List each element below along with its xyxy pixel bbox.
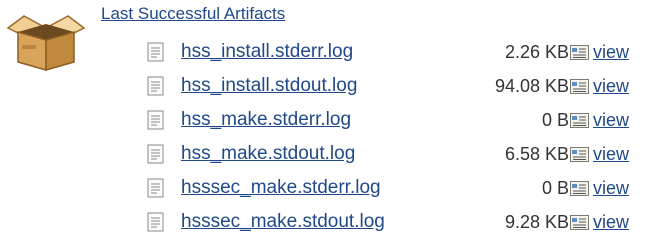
artifact-row: hss_install.stderr.log 2.26 KB view [0,39,659,73]
text-file-icon [147,212,164,232]
artifact-file-link[interactable]: hss_install.stdout.log [181,74,357,98]
view-link[interactable]: view [593,210,629,234]
artifact-file-size: 94.08 KB [494,76,569,96]
view-document-icon[interactable] [570,79,589,94]
text-file-icon [147,76,164,96]
artifact-row: hss_make.stdout.log 6.58 KB view [0,141,659,175]
text-file-icon [147,110,164,130]
artifact-file-link[interactable]: hss_make.stdout.log [181,142,355,166]
view-link[interactable]: view [593,74,629,98]
text-file-icon [147,144,164,164]
text-file-icon [147,42,164,62]
artifact-file-size: 0 B [541,110,569,130]
artifact-file-size: 2.26 KB [504,42,569,62]
view-document-icon[interactable] [570,147,589,162]
artifact-list: hss_install.stderr.log 2.26 KB view hss_… [0,39,659,243]
artifact-file-link[interactable]: hss_install.stderr.log [181,40,353,64]
artifact-row: hss_make.stderr.log 0 B view [0,107,659,141]
artifact-file-size: 6.58 KB [504,144,569,164]
view-document-icon[interactable] [570,215,589,230]
artifact-row: hss_install.stdout.log 94.08 KB view [0,73,659,107]
artifact-file-size: 0 B [541,178,569,198]
last-successful-artifacts-link[interactable]: Last Successful Artifacts [101,3,285,25]
view-document-icon[interactable] [570,181,589,196]
artifact-file-link[interactable]: hss_make.stderr.log [181,108,351,132]
view-document-icon[interactable] [570,45,589,60]
view-link[interactable]: view [593,176,629,200]
view-document-icon[interactable] [570,113,589,128]
view-link[interactable]: view [593,40,629,64]
text-file-icon [147,178,164,198]
artifact-row: hsssec_make.stderr.log 0 B view [0,175,659,209]
artifact-file-size: 9.28 KB [504,212,569,232]
artifact-row: hsssec_make.stdout.log 9.28 KB view [0,209,659,243]
view-link[interactable]: view [593,142,629,166]
artifacts-panel: Last Successful Artifacts hss_install.st… [0,0,659,245]
artifact-file-link[interactable]: hsssec_make.stderr.log [181,176,381,200]
artifact-file-link[interactable]: hsssec_make.stdout.log [181,210,385,234]
view-link[interactable]: view [593,108,629,132]
